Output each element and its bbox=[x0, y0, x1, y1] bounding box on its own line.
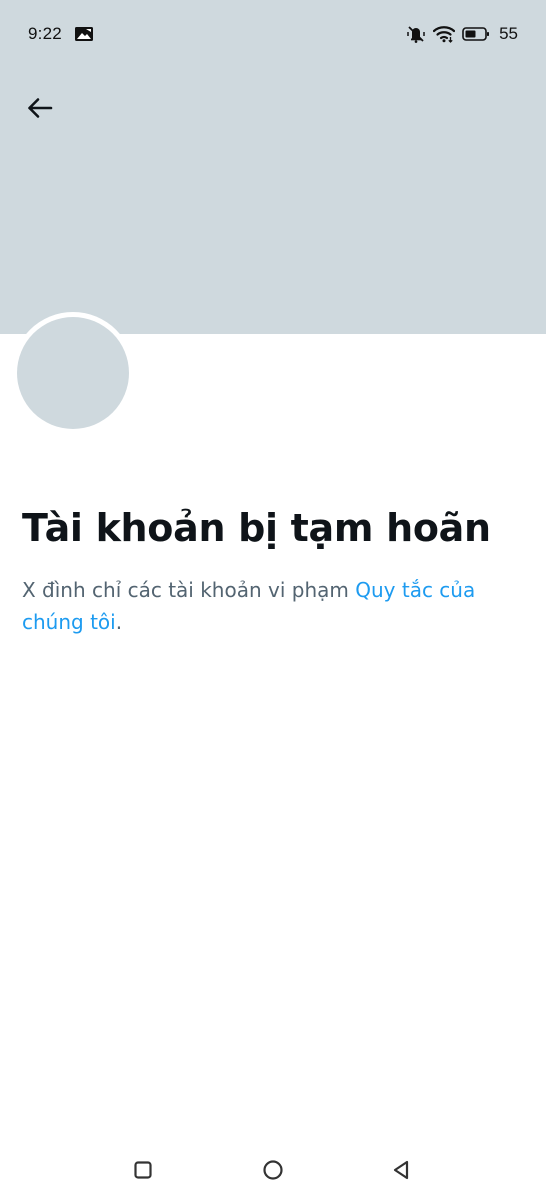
gallery-icon bbox=[75, 27, 93, 41]
suspension-description: X đình chỉ các tài khoản vi phạm Quy tắc… bbox=[22, 574, 522, 638]
system-navigation-bar bbox=[0, 1142, 546, 1200]
back-triangle-icon bbox=[393, 1160, 409, 1180]
description-period: . bbox=[115, 610, 123, 634]
home-button[interactable] bbox=[253, 1150, 293, 1190]
arrow-left-icon bbox=[28, 98, 53, 118]
battery-level: 55 bbox=[499, 24, 518, 43]
avatar bbox=[12, 312, 134, 434]
recent-apps-icon bbox=[134, 1161, 152, 1179]
page-title: Tài khoản bị tạm hoãn bbox=[22, 506, 491, 550]
back-button[interactable] bbox=[18, 86, 62, 130]
recent-apps-button[interactable] bbox=[123, 1150, 163, 1190]
wifi-icon bbox=[433, 26, 456, 43]
avatar-placeholder bbox=[17, 317, 129, 429]
status-icons: 55 bbox=[406, 22, 518, 46]
status-bar: 9:22 55 bbox=[0, 0, 546, 68]
description-text: X đình chỉ các tài khoản vi phạm bbox=[22, 578, 356, 602]
mute-vibrate-icon bbox=[407, 26, 425, 43]
status-time: 9:22 bbox=[28, 24, 62, 43]
nav-back-button[interactable] bbox=[381, 1150, 421, 1190]
battery-icon bbox=[462, 27, 490, 41]
suspended-account-screen: 9:22 55 Tài khoản bị tạm hoãn X đình chỉ… bbox=[0, 0, 546, 1200]
home-icon bbox=[263, 1160, 283, 1180]
